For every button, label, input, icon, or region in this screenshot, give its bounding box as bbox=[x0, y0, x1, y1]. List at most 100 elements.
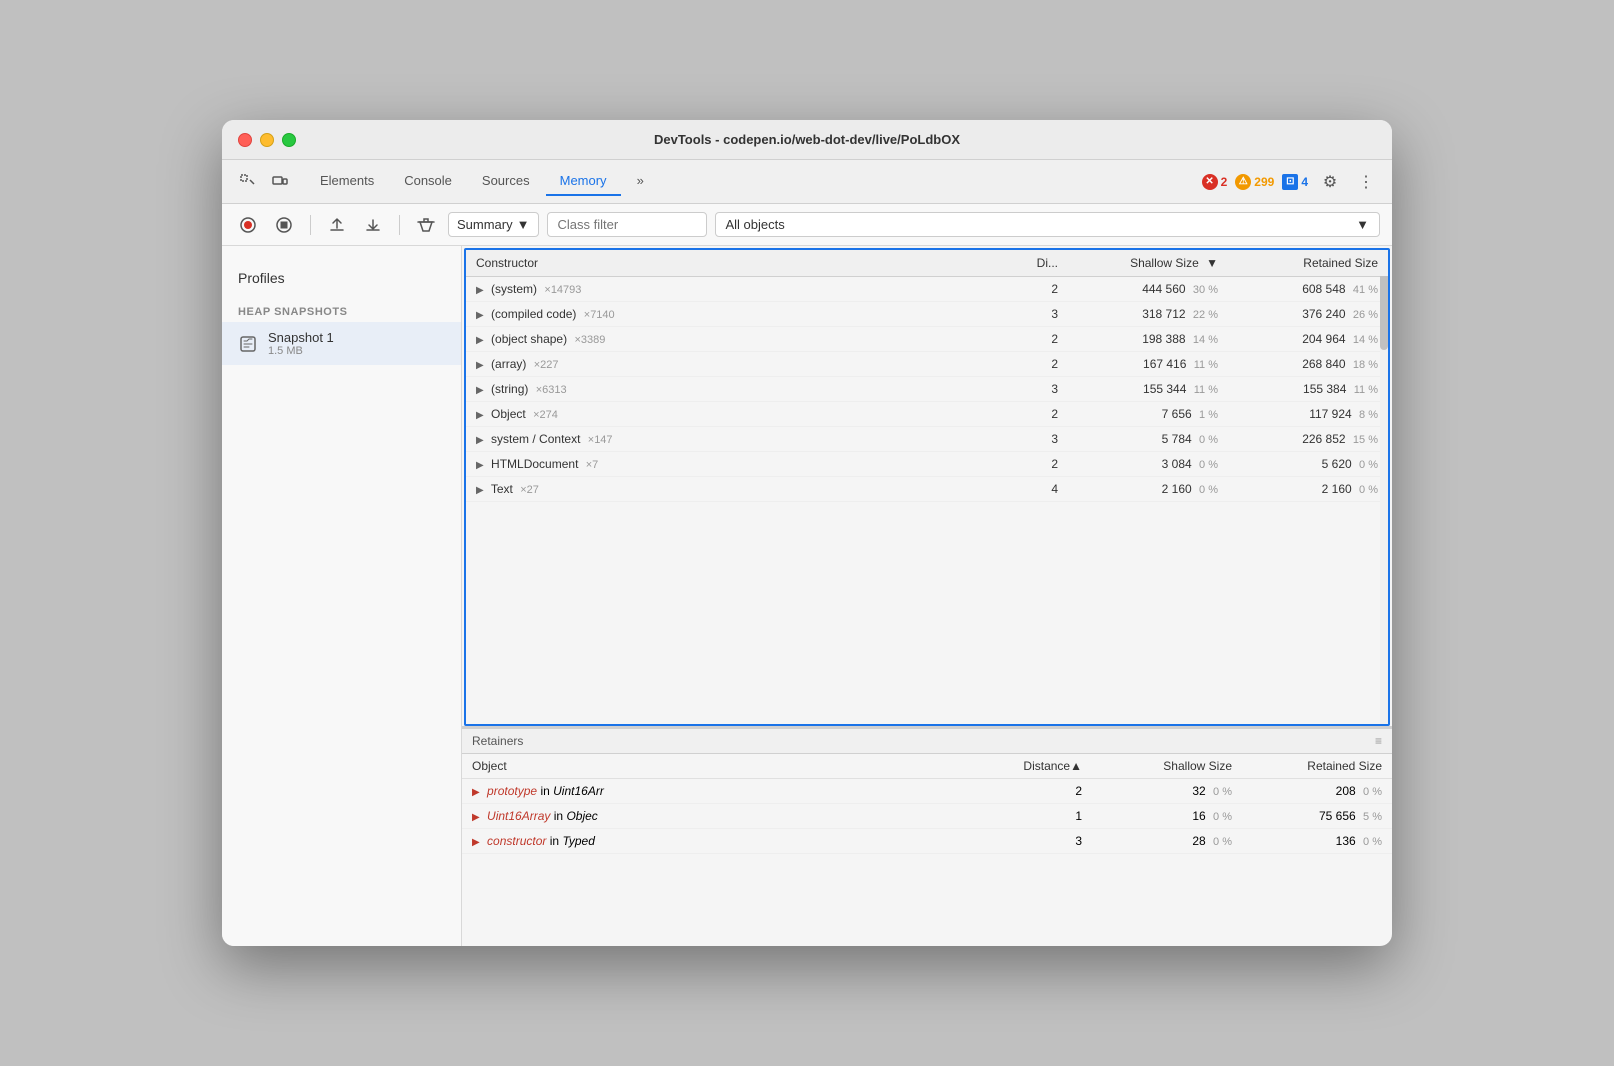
expand-icon[interactable]: ▶ bbox=[476, 485, 484, 496]
expand-icon[interactable]: ▶ bbox=[476, 285, 484, 296]
expand-icon[interactable]: ▶ bbox=[476, 410, 484, 421]
class-filter-input[interactable] bbox=[547, 212, 707, 237]
constructor-cell: ▶ Object ×274 bbox=[466, 402, 1008, 427]
table-row[interactable]: ▶ Object ×274 2 7 656 1 % 117 924 8 % bbox=[466, 402, 1388, 427]
retained-size-cell: 117 924 8 % bbox=[1228, 402, 1388, 427]
tab-more[interactable]: » bbox=[623, 167, 658, 196]
constructor-cell: ▶ (array) ×227 bbox=[466, 352, 1008, 377]
table-row[interactable]: ▶ (object shape) ×3389 2 198 388 14 % 20… bbox=[466, 327, 1388, 352]
table-row[interactable]: ▶ Text ×27 4 2 160 0 % 2 160 0 % bbox=[466, 477, 1388, 502]
content-area: Constructor Di... Shallow Size ▼ bbox=[462, 246, 1392, 946]
count-label: ×274 bbox=[533, 409, 558, 421]
snapshot-icon bbox=[238, 334, 258, 354]
retainer-middle: in bbox=[554, 809, 567, 823]
sidebar: Profiles HEAP SNAPSHOTS Snapshot 1 1.5 M… bbox=[222, 246, 462, 946]
inspector-icon[interactable] bbox=[234, 168, 262, 196]
constructor-name: (array) bbox=[491, 357, 526, 371]
retained-size-cell: 226 852 15 % bbox=[1228, 427, 1388, 452]
expand-icon[interactable]: ▶ bbox=[476, 310, 484, 321]
table-row[interactable]: ▶ (system) ×14793 2 444 560 30 % 608 548… bbox=[466, 277, 1388, 302]
shallow-size-cell: 2 160 0 % bbox=[1068, 477, 1228, 502]
distance-cell: 3 bbox=[1008, 302, 1068, 327]
scrollbar-thumb[interactable] bbox=[1380, 270, 1388, 350]
constructor-cell: ▶ (system) ×14793 bbox=[466, 277, 1008, 302]
close-button[interactable] bbox=[238, 133, 252, 147]
retainers-object-header: Object bbox=[462, 754, 992, 779]
retainers-distance-header[interactable]: Distance▲ bbox=[992, 754, 1092, 779]
retained-size-cell: 268 840 18 % bbox=[1228, 352, 1388, 377]
table-row[interactable]: ▶ system / Context ×147 3 5 784 0 % 226 … bbox=[466, 427, 1388, 452]
objects-dropdown[interactable]: All objects ▼ bbox=[715, 212, 1381, 237]
table-row[interactable]: ▶ HTMLDocument ×7 2 3 084 0 % 5 620 0 % bbox=[466, 452, 1388, 477]
retainers-shallow-header[interactable]: Shallow Size bbox=[1092, 754, 1242, 779]
summary-label: Summary bbox=[457, 217, 513, 232]
info-count[interactable]: ⊡ 4 bbox=[1282, 174, 1308, 190]
upload-button[interactable] bbox=[323, 211, 351, 239]
tab-elements[interactable]: Elements bbox=[306, 167, 388, 196]
retainer-shallow-cell: 32 0 % bbox=[1092, 779, 1242, 804]
table-row[interactable]: ▶ (array) ×227 2 167 416 11 % 268 840 18… bbox=[466, 352, 1388, 377]
constructor-cell: ▶ HTMLDocument ×7 bbox=[466, 452, 1008, 477]
record-button[interactable] bbox=[234, 211, 262, 239]
retainer-prefix[interactable]: prototype bbox=[487, 784, 537, 798]
expand-icon[interactable]: ▶ bbox=[472, 787, 480, 798]
count-label: ×6313 bbox=[536, 384, 567, 396]
retained-size-header[interactable]: Retained Size bbox=[1228, 250, 1388, 277]
stop-button[interactable] bbox=[270, 211, 298, 239]
expand-icon[interactable]: ▶ bbox=[476, 435, 484, 446]
dropdown-arrow-icon: ▼ bbox=[517, 217, 530, 232]
error-number: 2 bbox=[1221, 175, 1228, 189]
expand-icon[interactable]: ▶ bbox=[476, 360, 484, 371]
constructor-name: Object bbox=[491, 407, 526, 421]
device-toolbar-icon[interactable] bbox=[266, 168, 294, 196]
retained-size-cell: 5 620 0 % bbox=[1228, 452, 1388, 477]
tab-console[interactable]: Console bbox=[390, 167, 466, 196]
distance-cell: 3 bbox=[1008, 377, 1068, 402]
retained-size-cell: 2 160 0 % bbox=[1228, 477, 1388, 502]
warning-count[interactable]: ⚠ 299 bbox=[1235, 174, 1274, 190]
distance-cell: 2 bbox=[1008, 327, 1068, 352]
distance-cell: 4 bbox=[1008, 477, 1068, 502]
retainers-row[interactable]: ▶ Uint16Array in Objec 1 16 0 % 75 656 5… bbox=[462, 804, 1392, 829]
shallow-size-cell: 7 656 1 % bbox=[1068, 402, 1228, 427]
more-options-icon[interactable]: ⋮ bbox=[1352, 168, 1380, 196]
retainer-suffix: Uint16Arr bbox=[553, 784, 604, 798]
scrollbar-track[interactable] bbox=[1380, 250, 1388, 724]
maximize-button[interactable] bbox=[282, 133, 296, 147]
download-button[interactable] bbox=[359, 211, 387, 239]
retainer-object-cell: ▶ Uint16Array in Objec bbox=[462, 804, 992, 829]
clear-button[interactable] bbox=[412, 211, 440, 239]
retainers-retained-header[interactable]: Retained Size bbox=[1242, 754, 1392, 779]
expand-icon[interactable]: ▶ bbox=[476, 460, 484, 471]
expand-icon[interactable]: ▶ bbox=[476, 385, 484, 396]
objects-dropdown-arrow-icon: ▼ bbox=[1356, 217, 1369, 232]
shallow-size-header[interactable]: Shallow Size ▼ bbox=[1068, 250, 1228, 277]
retainer-prefix[interactable]: constructor bbox=[487, 834, 546, 848]
snapshot-item[interactable]: Snapshot 1 1.5 MB bbox=[222, 322, 461, 365]
count-label: ×14793 bbox=[544, 284, 581, 296]
table-row[interactable]: ▶ (compiled code) ×7140 3 318 712 22 % 3… bbox=[466, 302, 1388, 327]
distance-header[interactable]: Di... bbox=[1008, 250, 1068, 277]
table-row[interactable]: ▶ (string) ×6313 3 155 344 11 % 155 384 … bbox=[466, 377, 1388, 402]
retainer-prefix[interactable]: Uint16Array bbox=[487, 809, 550, 823]
heap-snapshots-label: HEAP SNAPSHOTS bbox=[222, 298, 461, 322]
main-content: Profiles HEAP SNAPSHOTS Snapshot 1 1.5 M… bbox=[222, 246, 1392, 946]
retainers-row[interactable]: ▶ constructor in Typed 3 28 0 % 136 0 % bbox=[462, 829, 1392, 854]
retainer-middle: in bbox=[540, 784, 553, 798]
profiles-title: Profiles bbox=[222, 262, 461, 298]
error-count[interactable]: ✕ 2 bbox=[1202, 174, 1228, 190]
minimize-button[interactable] bbox=[260, 133, 274, 147]
tab-sources[interactable]: Sources bbox=[468, 167, 544, 196]
retainers-row[interactable]: ▶ prototype in Uint16Arr 2 32 0 % 208 0 … bbox=[462, 779, 1392, 804]
retainers-scrollbar-icon: ≡ bbox=[1375, 734, 1382, 748]
tab-memory[interactable]: Memory bbox=[546, 167, 621, 196]
tab-bar: Elements Console Sources Memory » bbox=[298, 167, 1198, 196]
expand-icon[interactable]: ▶ bbox=[472, 837, 480, 848]
expand-icon[interactable]: ▶ bbox=[476, 335, 484, 346]
retainer-object-cell: ▶ prototype in Uint16Arr bbox=[462, 779, 992, 804]
summary-dropdown[interactable]: Summary ▼ bbox=[448, 212, 539, 237]
separator-2 bbox=[399, 215, 400, 235]
sort-arrow-icon: ▼ bbox=[1206, 256, 1218, 270]
settings-icon[interactable]: ⚙ bbox=[1316, 168, 1344, 196]
expand-icon[interactable]: ▶ bbox=[472, 812, 480, 823]
